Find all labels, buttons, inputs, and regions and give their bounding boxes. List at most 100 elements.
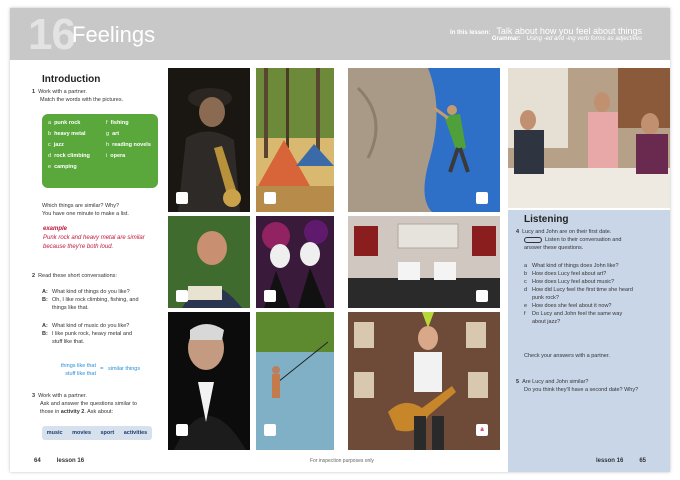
answer-box[interactable] [176, 192, 188, 204]
listening-questions: a What kind of things does John like? b How… [524, 262, 633, 326]
word-text: reading novels [112, 142, 151, 148]
answer-box[interactable] [264, 290, 276, 302]
step3-line3-post: . Ask about: [84, 409, 114, 415]
equals-sign: = [100, 366, 104, 372]
topic-list: music movies sport activities [42, 426, 152, 440]
similar-question-text: Which things are similar? Why? [42, 203, 120, 209]
audio-track-icon[interactable] [524, 236, 542, 243]
word-item: c jazz [48, 142, 106, 148]
word-item: i opera [106, 153, 158, 159]
grammar-label: Grammar: [491, 36, 521, 42]
step3-line3-pre: those in [40, 409, 61, 415]
question-item: e How does she feel about it now? [524, 302, 633, 310]
question-item: f Do Lucy and John feel the same way [524, 310, 633, 318]
answer-box[interactable] [264, 424, 276, 436]
dialogue-line: A: What kind of things do you like? [42, 288, 139, 296]
answer-box[interactable] [176, 290, 188, 302]
step-number: 3 [32, 393, 36, 399]
speaker: B: [42, 331, 48, 337]
dialogue-line: stuff like that. [42, 338, 132, 346]
word-letter: c [48, 142, 51, 148]
photo-opera [168, 312, 250, 450]
step4-line3: answer these questions. [524, 245, 584, 251]
photo-heavy-metal [256, 216, 334, 308]
photo-punk-rock: a [348, 312, 500, 450]
word-text: opera [110, 153, 126, 159]
step5-line2: Do you think they'll have a second date?… [524, 387, 639, 393]
dialogue-line: B: I like punk rock, heavy metal and [42, 330, 132, 338]
page-number-right: 65 [639, 458, 646, 464]
word-item: h reading novels [106, 142, 158, 148]
word-item: f fishing [106, 120, 158, 126]
word-item: d rock climbing [48, 153, 106, 159]
question-text: How does Lucy feel about art? [532, 271, 607, 277]
minute-text: You have one minute to make a list. [42, 211, 129, 217]
dialogue-text: What kind of things do you like? [52, 289, 130, 295]
word-text: rock climbing [54, 153, 90, 159]
dialogue-text: What kind of music do you like? [52, 323, 130, 329]
answer-box[interactable] [264, 192, 276, 204]
inspection-note: For inspection purposes only [310, 458, 374, 464]
dialogue-text: stuff like that. [52, 339, 85, 345]
dialogue-text: I like punk rock, heavy metal and [52, 331, 133, 337]
photo-first-date [508, 68, 670, 208]
question-item: d How did Lucy feel the first time she he… [524, 286, 633, 294]
lesson-title: Feelings [72, 22, 156, 47]
word-text: art [112, 131, 120, 137]
lesson-label-left: lesson 16 [56, 458, 85, 464]
question-item: about jazz? [524, 318, 633, 326]
answer-box[interactable] [176, 424, 188, 436]
dialogue-text: Oh, I like rock climbing, fishing, and [52, 297, 139, 303]
word-letter: h [106, 142, 110, 148]
check-answers: Check your answers with a partner. [524, 353, 610, 359]
step1-line2: Match the words with the pictures. [40, 97, 124, 103]
lesson-objectives: In this lesson: Talk about how you feel … [450, 26, 642, 42]
phrase-things: things like that [60, 363, 96, 369]
dialogue-line: A: What kind of music do you like? [42, 322, 132, 330]
introduction-heading: Introduction [42, 74, 101, 85]
question-letter: e [524, 303, 528, 309]
question-text: about jazz? [532, 319, 561, 325]
photo-camping [256, 68, 334, 212]
question-letter: c [524, 279, 527, 285]
step5-line1: Are Lucy and John similar? [522, 379, 589, 385]
question-text: How does she feel about it now? [532, 303, 612, 309]
answer-box[interactable] [476, 290, 488, 302]
question-letter: b [524, 271, 528, 277]
page-number-left: 64 [34, 458, 41, 464]
in-this-lesson-label: In this lesson: [450, 30, 491, 36]
photo-art-gallery [348, 216, 500, 308]
question-item: punk rock? [524, 294, 633, 302]
word-text: camping [54, 164, 77, 170]
topic-item: activities [123, 430, 148, 436]
step2-text: Read these short conversations: [38, 273, 117, 279]
question-item: c How does Lucy feel about music? [524, 278, 633, 286]
step3-line1: Work with a partner. [38, 393, 87, 399]
dialogue-text: things like that. [52, 305, 89, 311]
word-text: punk rock [54, 120, 81, 126]
grammar-text: Using -ed and -ing verb forms as adjecti… [526, 36, 642, 42]
topic-item: music [46, 430, 63, 436]
word-list-box: a punk rock f fishing b heavy metal g art c jazz h… [42, 114, 158, 188]
word-letter: d [48, 153, 52, 159]
phrase-meaning: similar things [108, 366, 141, 372]
step2-instructions: 2 Read these short conversations: [32, 272, 117, 280]
similar-question: Which things are similar? Why? You have … [42, 202, 129, 218]
photo-fishing [256, 312, 334, 450]
answer-box[interactable]: a [476, 424, 488, 436]
photo-rock-climbing [348, 68, 500, 212]
step1-instructions: 1 Work with a partner. Match the words wi… [32, 88, 123, 104]
answer-box[interactable] [476, 192, 488, 204]
word-item: b heavy metal [48, 131, 106, 137]
step-number: 5 [516, 379, 520, 385]
speaker: A: [42, 289, 48, 295]
step4-instructions: 4 Lucy and John are on their first date. … [516, 228, 621, 252]
example-label: example [43, 226, 68, 232]
question-item: b How does Lucy feel about art? [524, 270, 633, 278]
question-text: What kind of things does John like? [532, 263, 619, 269]
topic-item: sport [100, 430, 115, 436]
footer-right: lesson 16 65 [588, 458, 654, 464]
lesson-label-right: lesson 16 [595, 458, 624, 464]
word-letter: b [48, 131, 52, 137]
photo-reading [168, 216, 250, 308]
